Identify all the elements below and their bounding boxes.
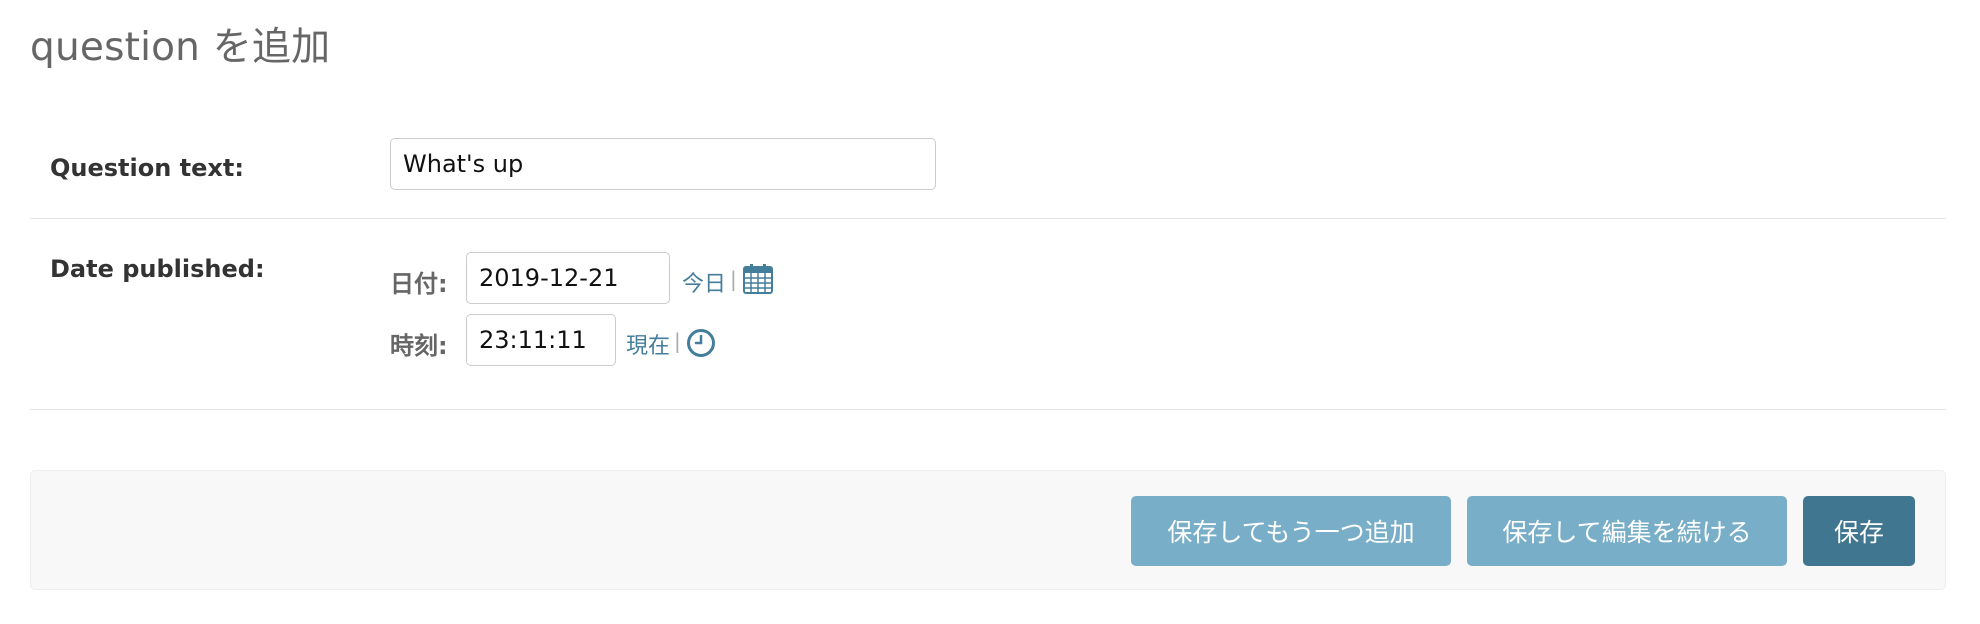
question-text-row: Question text: (30, 120, 1946, 219)
today-link[interactable]: 今日 (682, 266, 726, 298)
add-question-page: question を追加 Question text: Date publish… (0, 0, 1980, 624)
now-link[interactable]: 現在 (626, 328, 670, 360)
clock-icon[interactable] (686, 328, 716, 358)
submit-row: 保存してもう一つ追加 保存して編集を続ける 保存 (30, 470, 1946, 590)
date-input[interactable] (466, 252, 670, 304)
date-published-row: Date published: 日付: 今日 | 時刻: (30, 219, 1946, 410)
page-title: question を追加 (30, 25, 331, 70)
save-button[interactable]: 保存 (1803, 496, 1915, 566)
time-sub-label: 時刻: (390, 332, 448, 360)
date-shortcut-separator: | (730, 267, 737, 291)
question-text-input[interactable] (390, 138, 936, 190)
question-text-label: Question text: (50, 154, 244, 182)
save-and-add-another-button[interactable]: 保存してもう一つ追加 (1131, 496, 1451, 566)
date-sub-label: 日付: (390, 270, 448, 298)
date-published-label: Date published: (50, 255, 265, 283)
save-and-continue-button[interactable]: 保存して編集を続ける (1467, 496, 1787, 566)
calendar-icon[interactable] (742, 263, 774, 295)
time-input[interactable] (466, 314, 616, 366)
time-shortcut-separator: | (674, 329, 681, 353)
